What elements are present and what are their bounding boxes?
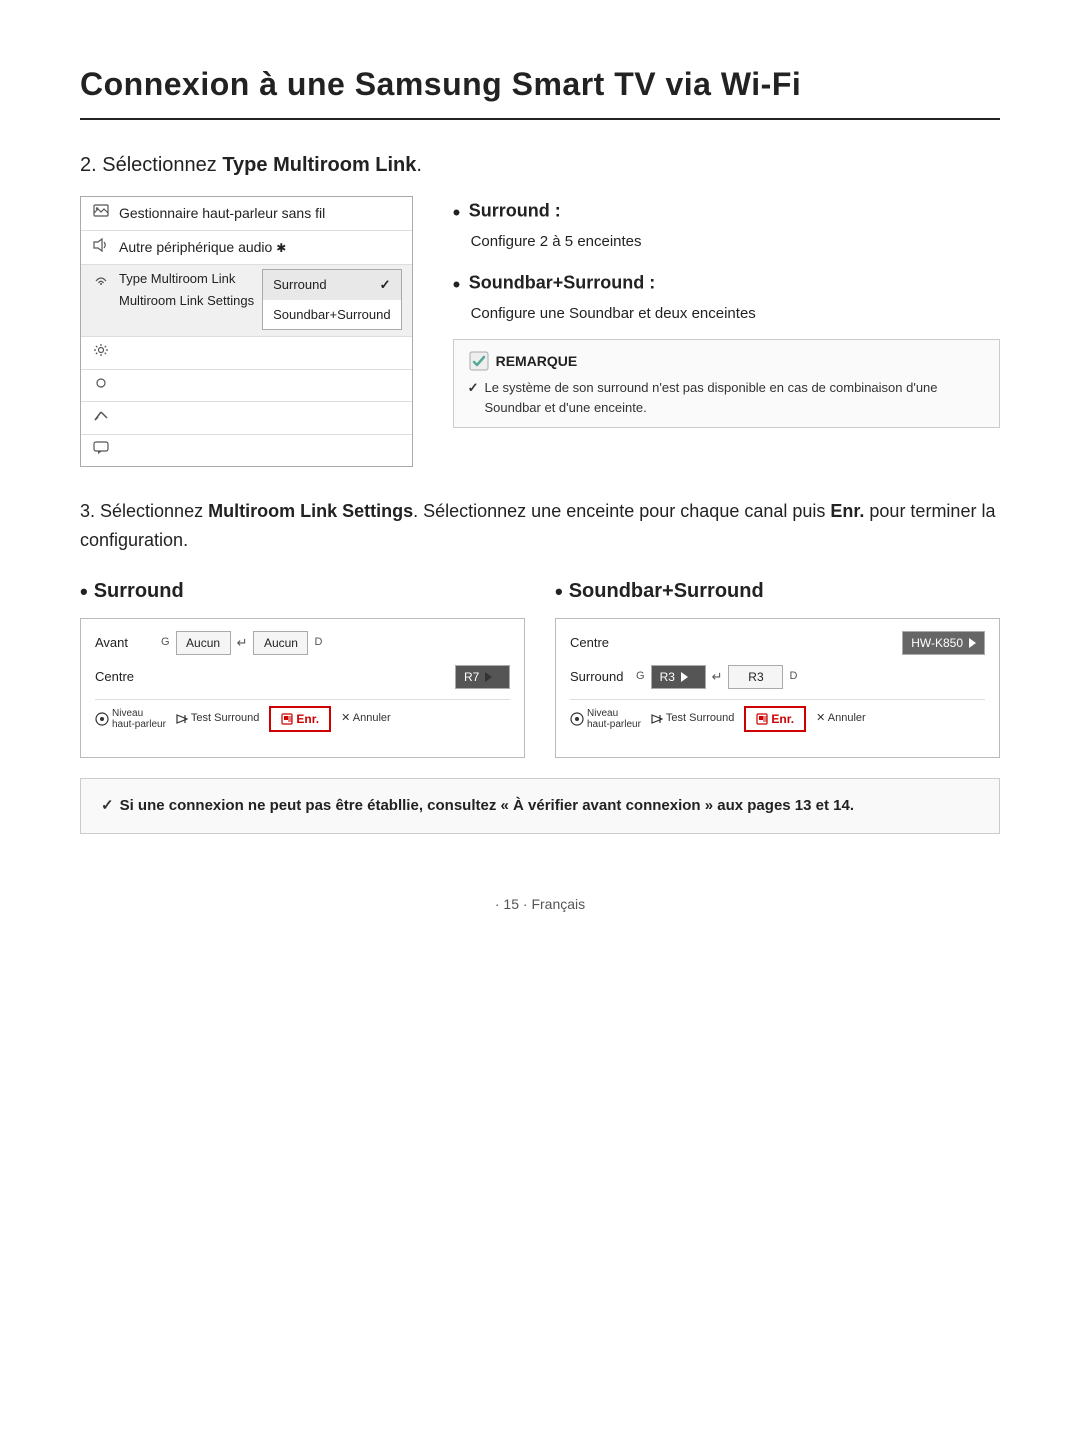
step-2: 2. Sélectionnez Type Multiroom Link. Ges… [80,150,1000,467]
submenu-box: Surround ✓ Soundbar+Surround [262,269,401,330]
step3-header: 3. Sélectionnez Multiroom Link Settings.… [80,497,1000,555]
type-multiroom-label: Type Multiroom Link [119,269,254,289]
surround-panel: Avant G Aucun ↵ Aucun D Centre R7 [80,618,525,758]
soundbar-niveau-label: Niveauhaut-parleur [570,708,641,730]
surround-panels: • Surround Avant G Aucun ↵ Aucun D Centr… [80,575,1000,758]
soundbar-annuler-label[interactable]: ✕ Annuler [816,710,866,727]
niveau-label: Niveauhaut-parleur [95,708,166,730]
chat-icon [91,441,111,461]
test-surround-label[interactable]: Test Surround [176,710,259,727]
tools-icon [91,408,111,428]
surround-d-dropdown[interactable]: R3 [728,665,783,689]
avant-arrow-icon: ↵ [237,633,248,653]
avant-d-dropdown[interactable]: Aucun [253,631,308,655]
annuler-label[interactable]: ✕ Annuler [341,710,391,727]
menu-item-tools[interactable] [81,402,412,435]
avant-g-dropdown[interactable]: Aucun [176,631,231,655]
surround-g-dropdown[interactable]: R3 [651,665,706,689]
step-3: 3. Sélectionnez Multiroom Link Settings.… [80,497,1000,834]
image-icon [91,204,111,224]
surround-section: • Surround Avant G Aucun ↵ Aucun D Centr… [80,575,525,758]
menu-item-circle[interactable] [81,370,412,403]
soundbar-surround-section: • Soundbar+Surround Centre HW-K850 Surro… [555,575,1000,758]
centre-row: Centre R7 [95,665,510,689]
note-icon [468,350,490,372]
enr-button[interactable]: Enr. [269,706,331,732]
circle-icon [91,376,111,396]
submenu-surround[interactable]: Surround ✓ [263,270,400,300]
final-note: Si une connexion ne peut pas être établl… [80,778,1000,835]
page-title: Connexion à une Samsung Smart TV via Wi-… [80,60,1000,120]
page-footer: · 15 · Français [80,894,1000,915]
menu-item-gestionnaire[interactable]: Gestionnaire haut-parleur sans fil [81,197,412,231]
note-text: Le système de son surround n'est pas dis… [468,378,985,417]
sound-icon [91,238,111,258]
note-box: REMARQUE Le système de son surround n'es… [453,339,1000,428]
wireless-icon [91,271,111,291]
note-title: REMARQUE [468,350,985,372]
gestionnaire-label: Gestionnaire haut-parleur sans fil [119,203,402,224]
surround-section-title: • Surround [80,575,525,608]
submenu-soundbar[interactable]: Soundbar+Surround [263,300,400,330]
centre-hw-dropdown[interactable]: HW-K850 [902,631,985,655]
menu-item-chat[interactable] [81,435,412,467]
settings-icon [91,343,111,363]
soundbar-surround-row: Surround G R3 ↵ R3 D [570,665,985,689]
soundbar-enr-button[interactable]: Enr. [744,706,806,732]
bullets-section: • Surround : Configure 2 à 5 enceintes •… [453,196,1000,428]
centre-dropdown[interactable]: R7 [455,665,510,689]
autre-label: Autre périphérique audio ✱ [119,237,402,258]
menu-item-type[interactable]: Type Multiroom Link Multiroom Link Setti… [81,265,412,337]
avant-row: Avant G Aucun ↵ Aucun D [95,631,510,655]
bullet-soundbar: • Soundbar+Surround : Configure une Soun… [453,268,1000,326]
menu-item-settings[interactable] [81,337,412,370]
menu-item-autre[interactable]: Autre périphérique audio ✱ [81,231,412,265]
step2-header: 2. Sélectionnez Type Multiroom Link. [80,150,1000,180]
surround-panel-footer: Niveauhaut-parleur Test Surround Enr. ✕ … [95,699,510,732]
step2-content: Gestionnaire haut-parleur sans fil Autre… [80,196,1000,467]
soundbar-centre-row: Centre HW-K850 [570,631,985,655]
soundbar-panel-footer: Niveauhaut-parleur Test Surround Enr. ✕ … [570,699,985,732]
multiroom-link-settings-label: Multiroom Link Settings [119,291,254,311]
bullet-surround: • Surround : Configure 2 à 5 enceintes [453,196,1000,254]
menu-panel: Gestionnaire haut-parleur sans fil Autre… [80,196,413,467]
soundbar-test-surround-label[interactable]: Test Surround [651,710,734,727]
surround-arrow-icon: ↵ [712,667,723,687]
soundbar-surround-title: • Soundbar+Surround [555,575,1000,608]
final-note-text: Si une connexion ne peut pas être établl… [101,795,979,818]
soundbar-panel: Centre HW-K850 Surround G R3 ↵ R3 D [555,618,1000,758]
